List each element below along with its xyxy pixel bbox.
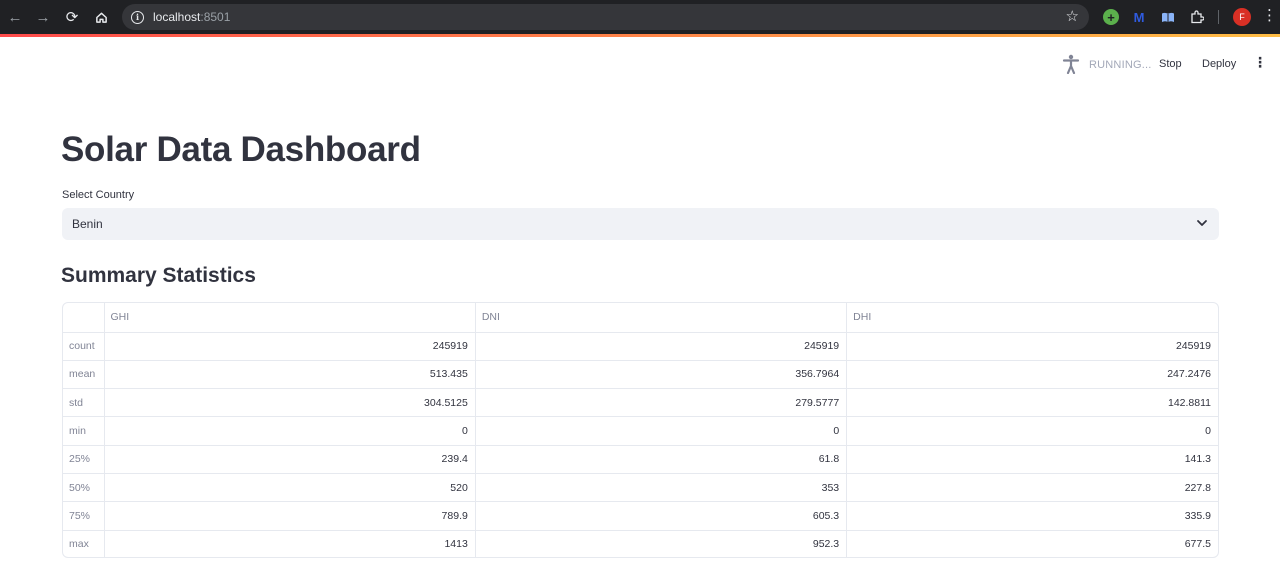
url-text: localhost:8501 (153, 10, 231, 24)
table-row: 25% 239.4 61.8 141.3 (63, 445, 1218, 474)
reload-icon[interactable]: ⟳ (61, 6, 83, 28)
stop-button[interactable]: Stop (1159, 58, 1182, 70)
table-cell[interactable]: 245919 (475, 332, 848, 361)
address-bar[interactable]: i localhost:8501 ☆ (122, 4, 1089, 30)
table-cell[interactable]: 245919 (104, 332, 476, 361)
chevron-down-icon[interactable] (1195, 216, 1209, 230)
column-header-dhi[interactable]: DHI (846, 303, 1218, 333)
table-header-row: GHI DNI DHI (63, 303, 1218, 333)
extension-m-icon[interactable]: M (1131, 9, 1147, 25)
country-select[interactable]: Benin (62, 208, 1219, 240)
table-cell[interactable]: 789.9 (104, 501, 476, 531)
table-cell[interactable]: 605.3 (475, 501, 848, 531)
table-row: std 304.5125 279.5777 142.8811 (63, 388, 1218, 418)
extensions-puzzle-icon[interactable] (1189, 9, 1205, 25)
table-cell[interactable]: 142.8811 (846, 388, 1218, 418)
table-cell[interactable]: 513.435 (104, 360, 476, 390)
browser-toolbar: ← → ⟳ i localhost:8501 ☆ + M F ⋮ (0, 0, 1280, 34)
running-status: RUNNING... (1089, 59, 1152, 71)
table-cell[interactable]: 304.5125 (104, 388, 476, 418)
bookmark-star-icon[interactable]: ☆ (1066, 7, 1079, 25)
extension-plus-icon[interactable]: + (1103, 9, 1119, 25)
index-header (63, 303, 105, 333)
column-header-ghi[interactable]: GHI (104, 303, 476, 333)
running-man-icon (1062, 54, 1080, 75)
table-cell[interactable]: 952.3 (475, 530, 848, 557)
table-cell[interactable]: 239.4 (104, 445, 476, 474)
table-cell[interactable]: 141.3 (846, 445, 1218, 474)
summary-table[interactable]: GHI DNI DHI count 245919 245919 245919 mean 5… (62, 302, 1219, 558)
row-index-label: max (63, 530, 105, 557)
row-index-label: mean (63, 360, 105, 390)
forward-icon[interactable]: → (32, 6, 54, 28)
summary-statistics-heading: Summary Statistics (61, 264, 256, 287)
table-row: count 245919 245919 245919 (63, 332, 1218, 361)
table-cell[interactable]: 0 (475, 416, 848, 446)
table-cell[interactable]: 247.2476 (846, 360, 1218, 390)
row-index-label: min (63, 416, 105, 446)
profile-avatar[interactable]: F (1233, 8, 1251, 26)
table-cell[interactable]: 227.8 (846, 473, 1218, 503)
extension-book-icon[interactable] (1160, 9, 1176, 25)
home-icon[interactable] (90, 6, 112, 28)
select-country-label: Select Country (62, 189, 135, 201)
table-cell[interactable]: 677.5 (847, 530, 1218, 557)
app-header: RUNNING... Stop Deploy ⋮ (0, 37, 1280, 95)
table-cell[interactable]: 61.8 (475, 445, 848, 474)
row-index-label: 75% (63, 501, 105, 531)
site-info-icon[interactable]: i (131, 10, 144, 24)
table-cell[interactable]: 245919 (846, 332, 1218, 361)
table-row: max 1413 952.3 677.5 (63, 530, 1218, 557)
table-cell[interactable]: 1413 (104, 530, 476, 557)
table-row: 50% 520 353 227.8 (63, 473, 1218, 503)
row-index-label: std (63, 388, 105, 418)
table-cell[interactable]: 279.5777 (475, 388, 848, 418)
select-value: Benin (72, 217, 103, 231)
table-cell[interactable]: 356.7964 (475, 360, 848, 390)
table-cell[interactable]: 520 (104, 473, 476, 503)
deploy-button[interactable]: Deploy (1202, 58, 1236, 70)
column-header-dni[interactable]: DNI (475, 303, 848, 333)
toolbar-divider (1218, 10, 1219, 24)
table-cell[interactable]: 0 (846, 416, 1218, 446)
page-title: Solar Data Dashboard (61, 130, 421, 169)
row-index-label: 50% (63, 473, 105, 503)
table-row: 75% 789.9 605.3 335.9 (63, 501, 1218, 531)
row-index-label: count (63, 332, 105, 361)
back-icon[interactable]: ← (4, 6, 26, 28)
main-menu-icon[interactable]: ⋮ (1253, 54, 1267, 71)
table-cell[interactable]: 353 (475, 473, 848, 503)
table-row: min 0 0 0 (63, 416, 1218, 446)
browser-menu-icon[interactable]: ⋮ (1262, 6, 1277, 24)
row-index-label: 25% (63, 445, 105, 474)
table-cell[interactable]: 0 (104, 416, 476, 446)
table-cell[interactable]: 335.9 (846, 501, 1218, 531)
table-row: mean 513.435 356.7964 247.2476 (63, 360, 1218, 390)
